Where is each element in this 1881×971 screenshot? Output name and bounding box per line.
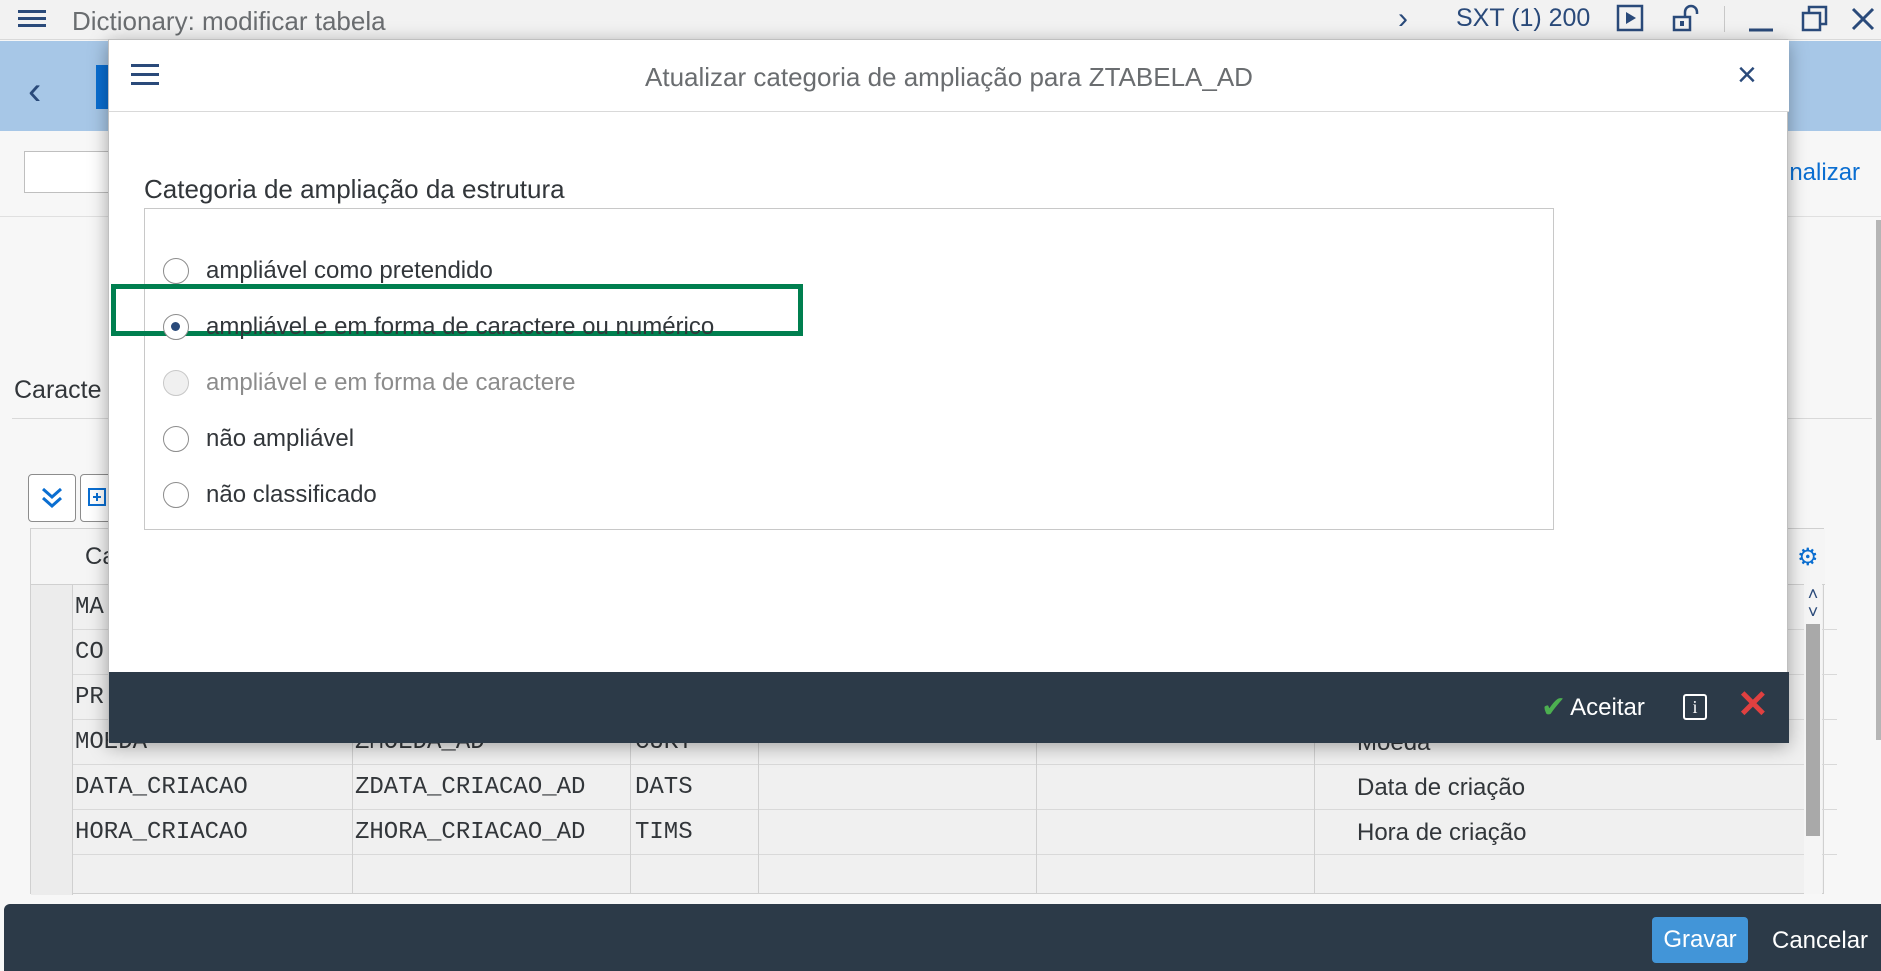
table-row[interactable]: HORA_CRIACAO ZHORA_CRIACAO_AD TIMS Hora …: [73, 810, 1837, 855]
radio-option-not-extensible[interactable]: não ampliável: [163, 419, 354, 459]
tab-caracteristicas[interactable]: Caracte: [14, 376, 102, 405]
unlock-icon[interactable]: [1670, 4, 1700, 34]
check-icon: ✔: [1541, 691, 1567, 724]
radio-button-disabled: [163, 370, 189, 396]
radio-button[interactable]: [163, 258, 189, 284]
window-title-bar: Dictionary: modificar tabela › SXT (1) 2…: [0, 0, 1881, 40]
play-icon[interactable]: [1616, 4, 1646, 34]
back-icon[interactable]: ‹: [28, 69, 41, 114]
chevron-right-icon[interactable]: ›: [1398, 2, 1408, 36]
group-label: Categoria de ampliação da estrutura: [144, 174, 565, 204]
table-scrollbar[interactable]: ˄ ˅: [1804, 584, 1822, 894]
cancel-button[interactable]: Cancelar: [1772, 927, 1868, 955]
page-footer: Gravar Cancelar: [4, 904, 1881, 971]
window-title: Dictionary: modificar tabela: [72, 6, 386, 36]
radio-button-selected[interactable]: [163, 314, 189, 340]
page-scrollbar[interactable]: [1876, 220, 1881, 740]
radio-label: ampliável como pretendido: [206, 257, 493, 284]
field-name-cell[interactable]: CO: [75, 639, 104, 666]
dialog-title: Atualizar categoria de ampliação para ZT…: [645, 62, 1253, 92]
radio-button[interactable]: [163, 482, 189, 508]
dialog-header: Atualizar categoria de ampliação para ZT…: [109, 40, 1789, 112]
radio-label: não ampliável: [206, 425, 355, 452]
radio-option-extensible-as-intended[interactable]: ampliável como pretendido: [163, 251, 493, 291]
expand-all-button[interactable]: [28, 474, 76, 522]
description-cell[interactable]: Data de criação: [1357, 774, 1525, 802]
minimize-icon[interactable]: [1746, 4, 1776, 34]
radio-option-char-or-numeric[interactable]: ampliável e em forma de caractere ou num…: [163, 307, 714, 347]
radio-button[interactable]: [163, 426, 189, 452]
column-divider: [1036, 738, 1037, 894]
close-window-icon[interactable]: [1848, 4, 1878, 34]
table-row[interactable]: DATA_CRIACAO ZDATA_CRIACAO_AD DATS Data …: [73, 765, 1837, 810]
info-icon[interactable]: i: [1683, 694, 1707, 720]
radio-option-not-classified[interactable]: não classificado: [163, 475, 377, 515]
finalizar-link[interactable]: inalizar: [1784, 159, 1860, 187]
row-selector-column[interactable]: [31, 585, 73, 895]
field-name-cell[interactable]: HORA_CRIACAO: [75, 819, 248, 846]
data-element-cell[interactable]: ZDATA_CRIACAO_AD: [355, 774, 585, 801]
data-type-cell[interactable]: DATS: [635, 774, 693, 801]
column-divider: [630, 738, 631, 894]
radio-label: ampliável e em forma de caractere ou num…: [206, 313, 715, 340]
divider: [1724, 6, 1725, 32]
system-info[interactable]: SXT (1) 200: [1456, 4, 1590, 33]
settings-icon[interactable]: ⚙: [1797, 543, 1819, 572]
radio-label: ampliável e em forma de caractere: [206, 369, 576, 396]
description-cell[interactable]: Hora de criação: [1357, 819, 1526, 847]
field-name-cell[interactable]: PR: [75, 684, 104, 711]
column-divider: [1314, 738, 1315, 894]
close-icon[interactable]: ×: [1737, 56, 1757, 95]
data-element-cell[interactable]: ZHORA_CRIACAO_AD: [355, 819, 585, 846]
field-name-cell[interactable]: DATA_CRIACAO: [75, 774, 248, 801]
data-type-cell[interactable]: TIMS: [635, 819, 693, 846]
radio-label: não classificado: [206, 481, 377, 508]
save-button[interactable]: Gravar: [1652, 917, 1748, 963]
dialog-footer: ✔ Aceitar i ✕: [109, 672, 1789, 743]
menu-icon[interactable]: [18, 6, 48, 34]
scrollbar-thumb[interactable]: [1806, 624, 1820, 836]
cancel-x-icon[interactable]: ✕: [1737, 682, 1769, 727]
scroll-down-icon[interactable]: ˅: [1804, 602, 1822, 623]
accept-label: Aceitar: [1570, 693, 1645, 721]
enhancement-category-dialog: Atualizar categoria de ampliação para ZT…: [108, 39, 1789, 743]
accept-button[interactable]: ✔ Aceitar: [1541, 690, 1645, 725]
restore-icon[interactable]: [1800, 4, 1830, 34]
column-divider: [352, 738, 353, 894]
column-divider: [758, 738, 759, 894]
field-name-cell[interactable]: MA: [75, 594, 104, 621]
command-field[interactable]: [24, 151, 114, 193]
radio-option-char-like: ampliável e em forma de caractere: [163, 363, 576, 403]
